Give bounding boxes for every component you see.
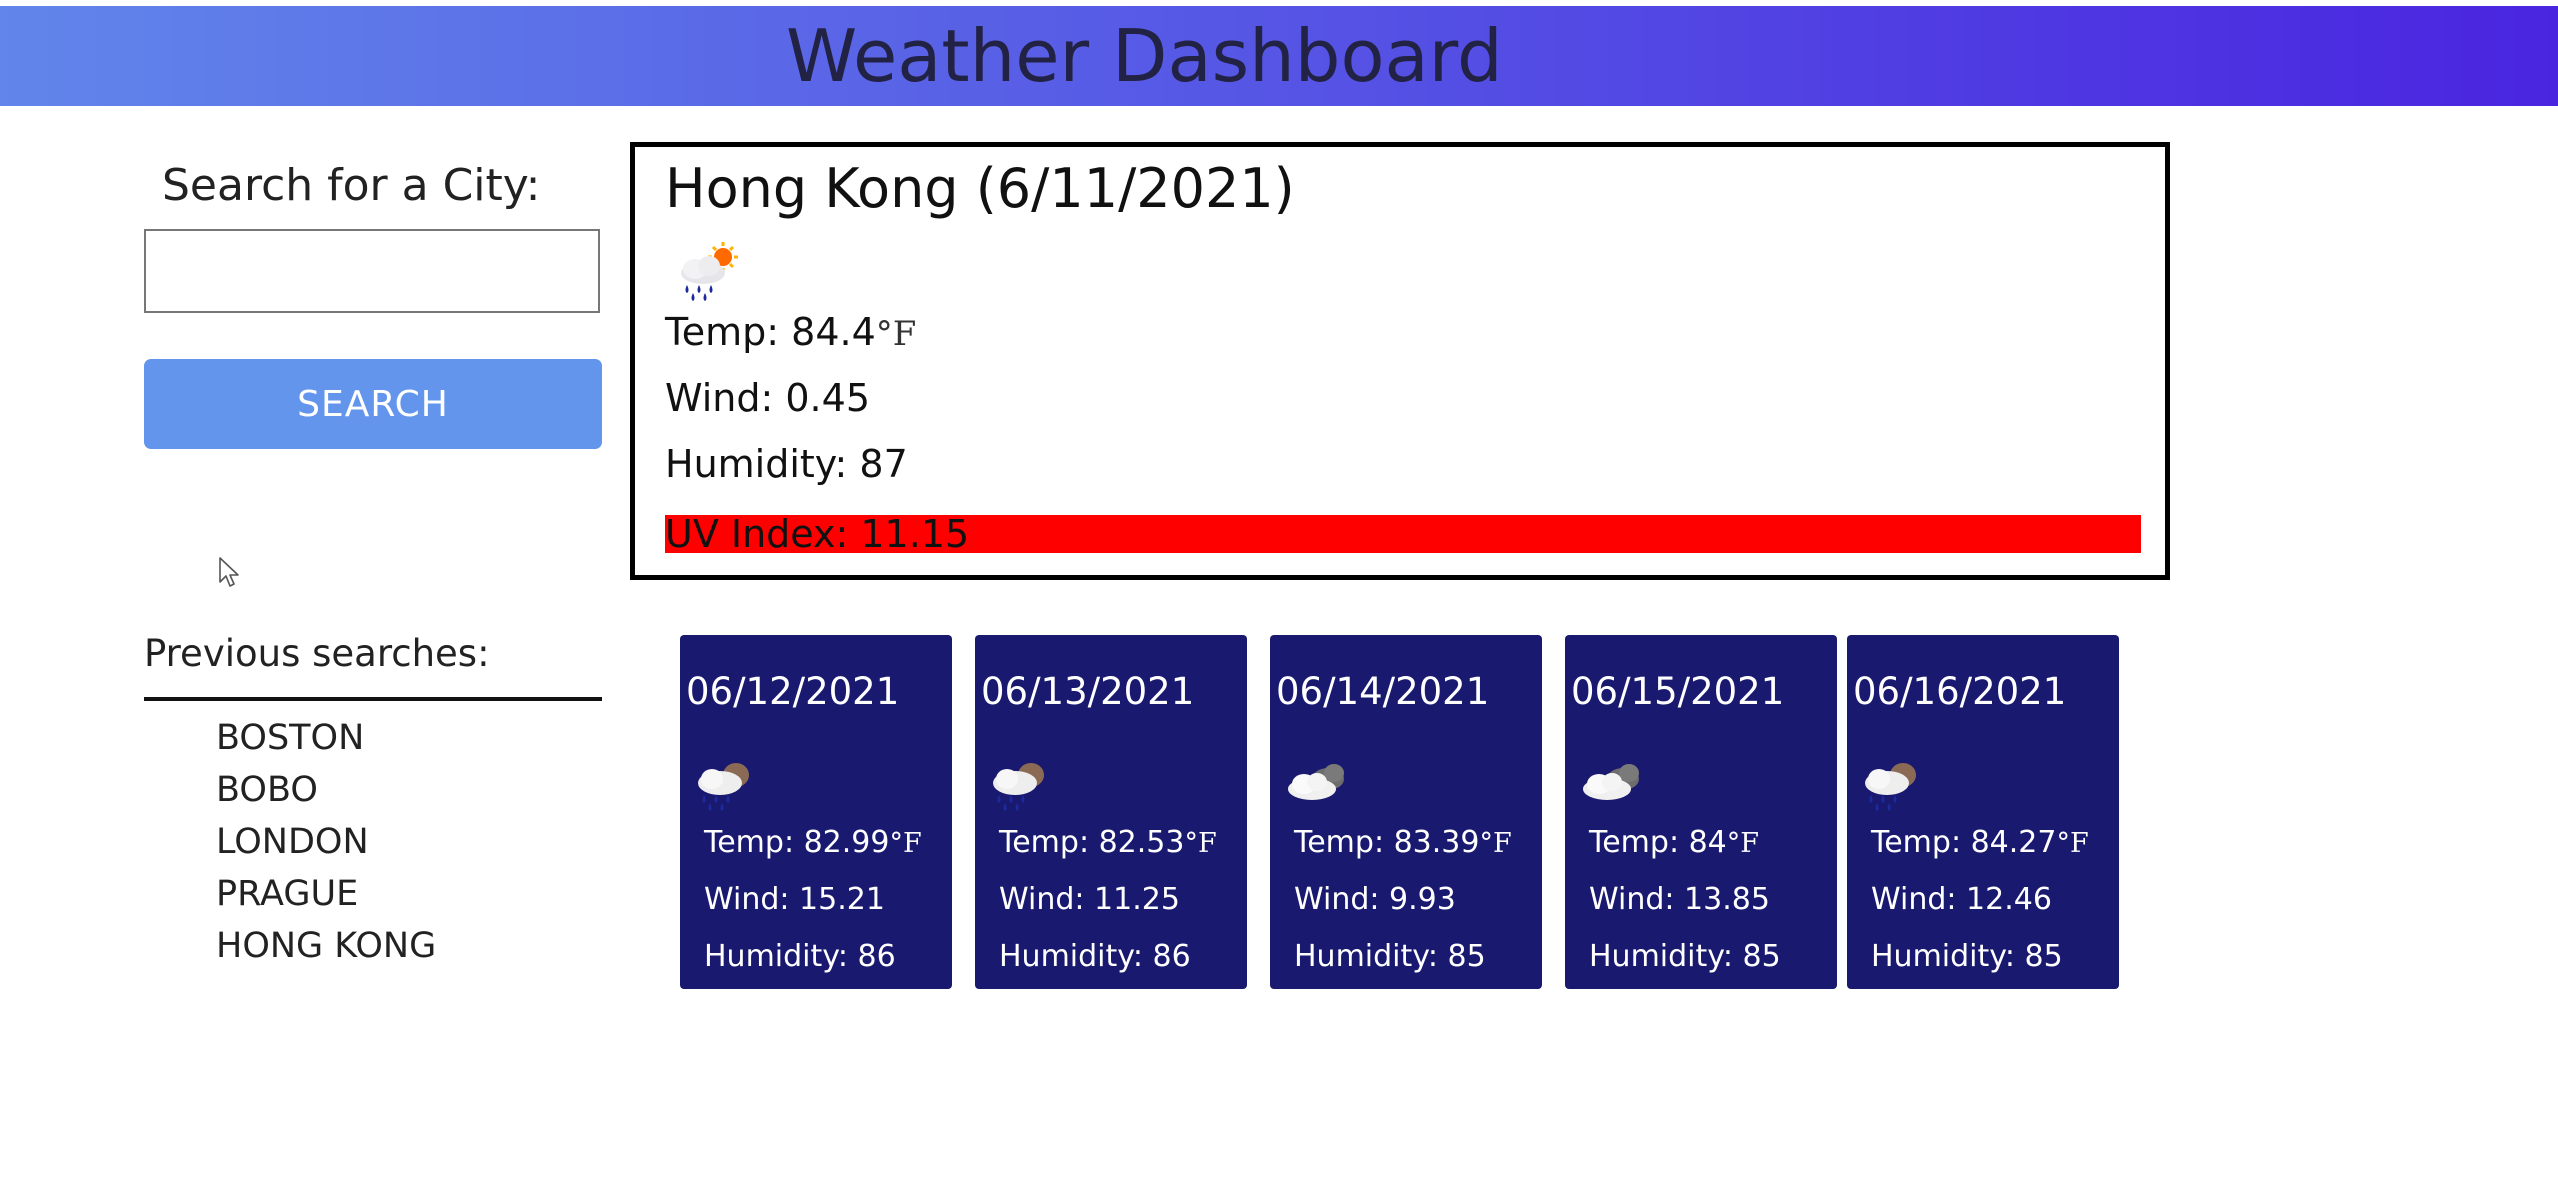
rain-icon <box>993 763 1044 811</box>
forecast-card: 06/14/2021 Temp: 83.39°F Wind: 9.93 Humi… <box>1270 635 1542 989</box>
forecast-temp: Temp: 82.99°F <box>704 822 922 865</box>
forecast-temp-value: Temp: 84 <box>1589 825 1727 860</box>
rain-icon <box>1865 763 1916 811</box>
current-temp: Temp: 84.4°F <box>665 307 916 359</box>
forecast-date: 06/12/2021 <box>686 670 900 713</box>
forecast-humidity: Humidity: 86 <box>704 939 896 974</box>
forecast-wind: Wind: 15.21 <box>704 882 885 917</box>
search-history-list: BOSTON BOBO LONDON PRAGUE HONG KONG <box>216 712 436 972</box>
history-item-london[interactable]: LONDON <box>216 816 436 868</box>
current-weather-panel: Hong Kong (6/11/2021) Temp: 84.4°F Wind: <box>630 142 2170 580</box>
forecast-temp-value: Temp: 83.39 <box>1294 825 1480 860</box>
forecast-humidity: Humidity: 85 <box>1871 939 2063 974</box>
forecast-wind: Wind: 13.85 <box>1589 882 1770 917</box>
city-search-input[interactable] <box>144 229 600 313</box>
forecast-date: 06/15/2021 <box>1571 670 1785 713</box>
current-temp-unit: °F <box>875 314 917 354</box>
page-title: Weather Dashboard <box>786 14 1503 98</box>
forecast-temp-value: Temp: 82.53 <box>999 825 1185 860</box>
header-banner: Weather Dashboard <box>0 6 2558 106</box>
history-item-hong-kong[interactable]: HONG KONG <box>216 920 436 972</box>
forecast-temp-unit: °F <box>889 828 922 859</box>
mouse-cursor-icon <box>219 557 239 587</box>
forecast-date: 06/13/2021 <box>981 670 1195 713</box>
forecast-wind: Wind: 11.25 <box>999 882 1180 917</box>
forecast-temp-unit: °F <box>2056 828 2089 859</box>
uv-index-value: UV Index: 11.15 <box>665 512 970 556</box>
forecast-temp-unit: °F <box>1184 828 1217 859</box>
history-item-boston[interactable]: BOSTON <box>216 712 436 764</box>
current-city-title: Hong Kong (6/11/2021) <box>665 157 1295 220</box>
forecast-temp-unit: °F <box>1726 828 1760 859</box>
forecast-humidity: Humidity: 85 <box>1589 939 1781 974</box>
forecast-temp: Temp: 84.27°F <box>1871 822 2089 865</box>
forecast-temp: Temp: 83.39°F <box>1294 822 1512 865</box>
forecast-date: 06/14/2021 <box>1276 670 1490 713</box>
forecast-temp-unit: °F <box>1479 828 1512 859</box>
history-item-bobo[interactable]: BOBO <box>216 764 436 816</box>
history-item-prague[interactable]: PRAGUE <box>216 868 436 920</box>
forecast-wind: Wind: 9.93 <box>1294 882 1456 917</box>
search-button[interactable]: SEARCH <box>144 359 602 449</box>
forecast-temp: Temp: 84°F <box>1589 822 1759 865</box>
forecast-card: 06/12/2021 Temp: 82.99°F Wind: 15.21 Hum… <box>680 635 952 989</box>
previous-searches-label: Previous searches: <box>144 632 490 675</box>
forecast-temp: Temp: 82.53°F <box>999 822 1217 865</box>
search-label: Search for a City: <box>162 160 541 211</box>
rain-with-sun-icon <box>681 242 738 301</box>
forecast-card: 06/15/2021 Temp: 84°F Wind: 13.85 Humidi… <box>1565 635 1837 989</box>
cloudy-icon <box>1583 764 1639 800</box>
forecast-temp-value: Temp: 82.99 <box>704 825 890 860</box>
cloudy-icon <box>1288 764 1344 800</box>
forecast-wind: Wind: 12.46 <box>1871 882 2052 917</box>
current-temp-value: Temp: 84.4 <box>665 310 876 354</box>
forecast-humidity: Humidity: 85 <box>1294 939 1486 974</box>
forecast-date: 06/16/2021 <box>1853 670 2067 713</box>
forecast-card: 06/13/2021 Temp: 82.53°F Wind: 11.25 Hum… <box>975 635 1247 989</box>
previous-searches-divider <box>144 697 602 701</box>
forecast-card: 06/16/2021 Temp: 84.27°F Wind: 12.46 Hum… <box>1847 635 2119 989</box>
forecast-temp-value: Temp: 84.27 <box>1871 825 2057 860</box>
current-wind: Wind: 0.45 <box>665 376 870 420</box>
uv-index-bar: UV Index: 11.15 <box>665 512 2141 556</box>
forecast-humidity: Humidity: 86 <box>999 939 1191 974</box>
rain-icon <box>698 763 749 811</box>
current-humidity: Humidity: 87 <box>665 442 908 486</box>
